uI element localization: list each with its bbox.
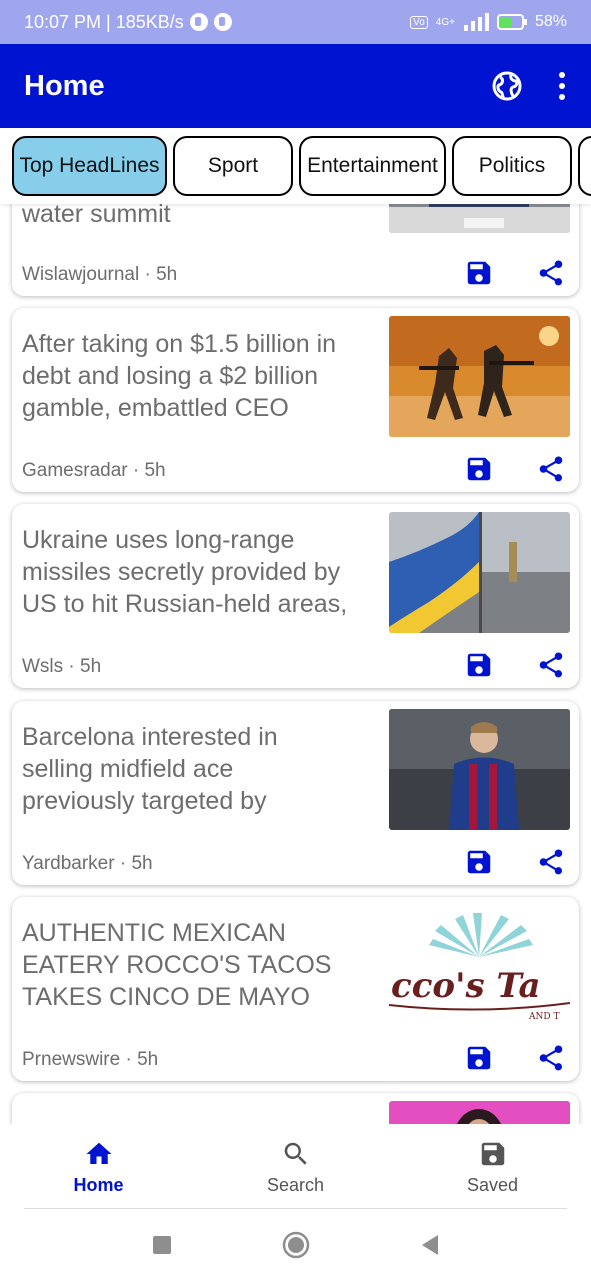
- share-icon[interactable]: [536, 258, 566, 288]
- roccos-tacos-logo[interactable]: cco's Ta AND T: [389, 905, 570, 1026]
- article-source: Yardbarker · 5h: [22, 853, 153, 874]
- news-card[interactable]: [12, 1093, 579, 1124]
- save-icon[interactable]: [464, 258, 494, 288]
- article-source: Wsls · 5h: [22, 656, 102, 677]
- status-left: 10:07 PM | 185KB/s: [24, 12, 232, 33]
- article-title[interactable]: Ukraine uses long-range missiles secretl…: [22, 524, 377, 620]
- card-actions: [464, 847, 566, 877]
- globe-icon[interactable]: [491, 70, 523, 102]
- app-bar: Home: [0, 44, 591, 128]
- barcelona-player-photo[interactable]: [389, 709, 570, 830]
- page-title: Home: [24, 69, 105, 102]
- notification-icon: [189, 13, 208, 31]
- save-icon[interactable]: [464, 454, 494, 484]
- save-icon[interactable]: [464, 1043, 494, 1073]
- tab-next-partial[interactable]: [578, 136, 591, 196]
- recents-icon[interactable]: [152, 1235, 172, 1255]
- bottom-nav: Home Search Saved: [0, 1124, 591, 1210]
- tab-politics[interactable]: Politics: [452, 136, 572, 196]
- nav-item-home[interactable]: Home: [0, 1124, 197, 1210]
- signal-icon: [463, 13, 489, 31]
- back-icon[interactable]: [420, 1234, 440, 1256]
- save-icon: [481, 1142, 504, 1165]
- news-feed[interactable]: water summit Wislawjournal · 5h After ta…: [0, 204, 591, 1124]
- ukraine-flag-city-photo[interactable]: [389, 512, 570, 633]
- card-actions: [464, 1043, 566, 1073]
- logo-text: cco's Ta: [391, 966, 541, 1006]
- home-button-icon[interactable]: [282, 1231, 310, 1259]
- status-bar: 10:07 PM | 185KB/s Vo 4G+ 58%: [0, 0, 591, 44]
- news-conference-photo[interactable]: [389, 204, 570, 233]
- article-source: Wislawjournal · 5h: [22, 264, 178, 285]
- app-actions: [491, 70, 567, 102]
- article-title[interactable]: Barcelona interested in selling midfield…: [22, 721, 302, 817]
- save-icon[interactable]: [464, 650, 494, 680]
- logo-subtext: AND T: [528, 1012, 559, 1022]
- news-card[interactable]: water summit Wislawjournal · 5h: [12, 204, 579, 296]
- share-icon[interactable]: [536, 1043, 566, 1073]
- card-actions: [464, 650, 566, 680]
- tab-entertainment[interactable]: Entertainment: [299, 136, 446, 196]
- volte-icon: Vo: [410, 15, 428, 29]
- battery-percent: 58%: [534, 13, 567, 30]
- nav-label-home: Home: [73, 1174, 124, 1195]
- status-right: Vo 4G+ 58%: [410, 13, 567, 31]
- card-actions: [464, 454, 566, 484]
- news-card[interactable]: After taking on $1.5 billion in debt and…: [12, 308, 579, 492]
- news-card[interactable]: Ukraine uses long-range missiles secretl…: [12, 504, 579, 688]
- news-card[interactable]: AUTHENTIC MEXICAN EATERY ROCCO'S TACOS T…: [12, 897, 579, 1081]
- network-type: 4G+: [435, 16, 455, 28]
- article-source: Gamesradar · 5h: [22, 460, 166, 481]
- nav-divider: [24, 1208, 567, 1209]
- woman-portrait-photo[interactable]: [389, 1101, 570, 1124]
- category-tabs: Top HeadLines Sport Entertainment Politi…: [0, 128, 591, 204]
- nav-item-search[interactable]: Search: [197, 1124, 394, 1210]
- more-vert-icon[interactable]: [557, 71, 567, 101]
- share-icon[interactable]: [536, 454, 566, 484]
- tab-top-headlines[interactable]: Top HeadLines: [12, 136, 167, 196]
- battery-icon: [496, 14, 527, 30]
- search-icon: [284, 1142, 307, 1165]
- notification-icon: [213, 13, 232, 31]
- video-game-soldiers-photo[interactable]: [389, 316, 570, 437]
- article-title[interactable]: After taking on $1.5 billion in debt and…: [22, 328, 377, 424]
- save-icon[interactable]: [464, 847, 494, 877]
- card-actions: [464, 258, 566, 288]
- nav-item-saved[interactable]: Saved: [394, 1124, 591, 1210]
- home-icon: [86, 1142, 111, 1164]
- article-source: Prnewswire · 5h: [22, 1049, 159, 1070]
- nav-label-saved: Saved: [466, 1174, 519, 1195]
- status-time: 10:07 PM | 185KB/s: [24, 11, 184, 32]
- article-title[interactable]: AUTHENTIC MEXICAN EATERY ROCCO'S TACOS T…: [22, 917, 377, 1013]
- nav-label-search: Search: [266, 1174, 325, 1195]
- article-title[interactable]: water summit: [22, 204, 377, 230]
- news-card[interactable]: Barcelona interested in selling midfield…: [12, 701, 579, 885]
- share-icon[interactable]: [536, 650, 566, 680]
- system-nav-bar: [0, 1210, 591, 1280]
- tab-sport[interactable]: Sport: [173, 136, 293, 196]
- share-icon[interactable]: [536, 847, 566, 877]
